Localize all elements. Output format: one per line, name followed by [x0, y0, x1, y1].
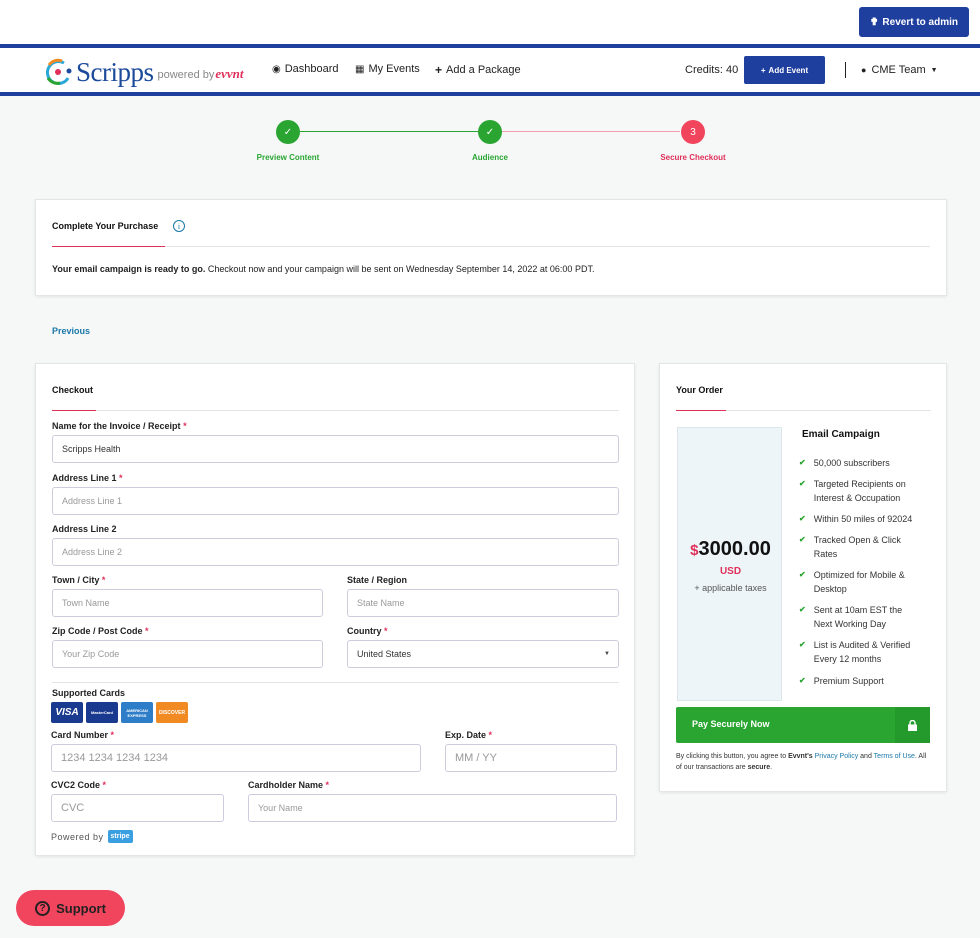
- check-icon: ✔: [799, 458, 806, 467]
- checkout-card: Checkout Name for the Invoice / Receipt …: [35, 363, 635, 856]
- main-navbar: Scripps powered by evvnt ◉ Dashboard ▦ M…: [0, 44, 980, 96]
- address1-input[interactable]: Address Line 1: [52, 487, 619, 515]
- dashboard-icon: ◉: [272, 63, 281, 75]
- check-icon: ✔: [799, 570, 806, 579]
- card-number-input[interactable]: 1234 1234 1234 1234: [51, 744, 421, 772]
- step-connector: [300, 131, 478, 132]
- cvc-label: CVC2 Code *: [51, 780, 107, 790]
- currency: USD: [719, 566, 742, 577]
- mastercard-card-icon: MasterCard: [86, 702, 118, 723]
- feature-item: ✔ 50,000 subscribers: [799, 458, 890, 468]
- card-number-label: Card Number *: [51, 730, 115, 740]
- step-2-check-icon: ✓: [478, 120, 502, 144]
- cvc-input[interactable]: CVC: [51, 794, 224, 822]
- feature-item: ✔ Within 50 miles of 92024: [799, 514, 913, 524]
- check-icon: ✔: [799, 676, 806, 685]
- checkout-stepper: ✓ ✓ 3 Preview Content Audience Secure Ch…: [0, 118, 980, 168]
- supported-cards-label: Supported Cards: [52, 688, 126, 698]
- caret-down-icon: ▼: [604, 651, 610, 657]
- cardholder-label: Cardholder Name *: [248, 780, 330, 790]
- check-icon: ✔: [799, 514, 806, 523]
- step-connector: [502, 131, 680, 132]
- nav-divider: [845, 62, 846, 78]
- visa-card-icon: VISA: [51, 702, 83, 723]
- zip-input[interactable]: Your Zip Code: [52, 640, 323, 668]
- address1-label: Address Line 1 *: [52, 473, 123, 483]
- exp-date-label: Exp. Date *: [445, 730, 493, 740]
- person-icon: ✟: [870, 16, 879, 28]
- feature-item: ✔ Premium Support: [799, 676, 884, 686]
- purchase-summary-card: Complete Your Purchase i Your email camp…: [35, 199, 947, 296]
- revert-to-admin-button[interactable]: ✟ Revert to admin: [859, 7, 969, 37]
- calendar-icon: ▦: [355, 63, 365, 75]
- nav-my-events[interactable]: ▦ My Events: [355, 63, 420, 75]
- feature-item: ✔ List is Audited & Verified Every 12 mont…: [799, 640, 911, 664]
- checkout-title: Checkout: [52, 385, 94, 395]
- user-icon: ●: [861, 65, 867, 75]
- amex-card-icon: AMERICAN EXPRESS: [121, 702, 153, 723]
- support-button[interactable]: ? Support: [16, 890, 125, 926]
- help-icon: ?: [35, 900, 51, 916]
- price: $3000.00: [690, 538, 771, 560]
- brand-logo[interactable]: Scripps powered by evvnt: [42, 56, 244, 88]
- nav-dashboard[interactable]: ◉ Dashboard: [272, 63, 339, 75]
- feature-item: ✔ Targeted Recipients on Interest & Occupa…: [799, 479, 906, 503]
- state-label: State / Region: [347, 575, 408, 585]
- campaign-ready-message: Your email campaign is ready to go. Chec…: [52, 264, 595, 274]
- country-select[interactable]: United States ▼: [347, 640, 619, 668]
- check-icon: ✔: [799, 640, 806, 649]
- order-title: Your Order: [676, 385, 723, 395]
- town-label: Town / City *: [52, 575, 106, 585]
- town-input[interactable]: Town Name: [52, 589, 323, 617]
- add-event-button[interactable]: + Add Event: [744, 56, 825, 84]
- zip-label: Zip Code / Post Code *: [52, 626, 149, 636]
- powered-by-text: powered by: [157, 69, 215, 81]
- privacy-policy-link[interactable]: Privacy Policy: [815, 753, 859, 760]
- check-icon: ✔: [799, 535, 806, 544]
- info-icon[interactable]: i: [173, 220, 185, 232]
- taxes-note: + applicable taxes: [694, 583, 767, 593]
- state-input[interactable]: State Name: [347, 589, 619, 617]
- nav-add-package[interactable]: + Add a Package: [435, 63, 521, 77]
- user-menu[interactable]: ● CME Team ▼: [861, 64, 938, 76]
- plus-icon: +: [760, 65, 766, 75]
- step-1-check-icon: ✓: [276, 120, 300, 144]
- discover-card-icon: DISCOVER: [156, 702, 188, 723]
- admin-bar: ✟ Revert to admin: [0, 0, 980, 44]
- invoice-name-label: Name for the Invoice / Receipt *: [52, 421, 187, 431]
- lock-icon-area: [895, 707, 930, 743]
- plus-icon: +: [435, 63, 443, 77]
- pay-securely-button[interactable]: Pay Securely Now: [676, 707, 930, 743]
- country-label: Country *: [347, 626, 388, 636]
- lock-icon: [908, 719, 917, 731]
- previous-link[interactable]: Previous: [52, 326, 90, 336]
- evvnt-logo: evvnt: [215, 66, 244, 81]
- address2-input[interactable]: Address Line 2: [52, 538, 619, 566]
- caret-down-icon: ▼: [930, 66, 938, 74]
- product-name: Email Campaign: [802, 429, 880, 440]
- check-icon: ✔: [799, 479, 806, 488]
- step-1-label: Preview Content: [256, 153, 320, 162]
- address2-label: Address Line 2: [52, 524, 117, 534]
- invoice-name-input[interactable]: Scripps Health: [52, 435, 619, 463]
- scripps-logo-icon: [42, 56, 74, 88]
- feature-item: ✔ Sent at 10am EST the Next Working Day: [799, 605, 903, 629]
- cardholder-input[interactable]: Your Name: [248, 794, 617, 822]
- supported-cards: VISA MasterCard AMERICAN EXPRESS DISCOVE…: [51, 702, 188, 723]
- terms-note: By clicking this button, you agree to Ev…: [676, 753, 927, 771]
- terms-of-use-link[interactable]: Terms of Use: [874, 753, 915, 760]
- check-icon: ✔: [799, 605, 806, 614]
- step-2-label: Audience: [471, 153, 508, 162]
- brand-name: Scripps: [76, 56, 154, 87]
- purchase-title: Complete Your Purchase: [52, 221, 159, 231]
- feature-item: ✔ Optimized for Mobile & Desktop: [799, 570, 905, 594]
- feature-item: ✔ Tracked Open & Click Rates: [799, 535, 901, 559]
- step-3-number: 3: [681, 120, 705, 144]
- price-panel: $3000.00 USD + applicable taxes: [677, 427, 782, 701]
- exp-date-input[interactable]: MM / YY: [445, 744, 617, 772]
- credits-count: Credits: 40: [685, 64, 739, 76]
- powered-by-stripe: Powered by stripe: [51, 830, 133, 843]
- step-3-label: Secure Checkout: [660, 153, 726, 162]
- stripe-logo: stripe: [107, 830, 133, 843]
